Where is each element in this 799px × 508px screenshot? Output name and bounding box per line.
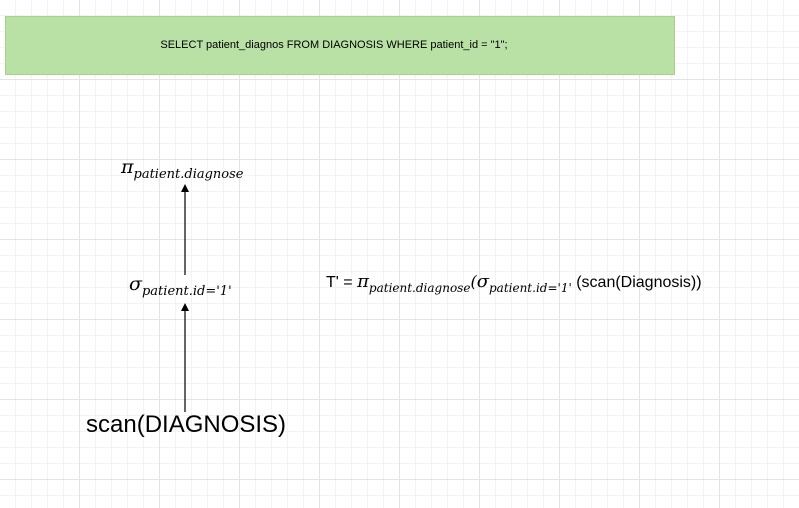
selection-node: σpatient.id='1'	[129, 273, 232, 299]
expression-sigma-subscript: patient.id='1'	[488, 281, 572, 295]
expression-lhs: T' =	[326, 274, 358, 291]
expression-pi: π	[357, 271, 369, 292]
selection-subscript: patient.id='1'	[141, 284, 232, 299]
pi-symbol: π	[121, 156, 134, 178]
projection-node: πpatient.diagnose	[121, 156, 244, 182]
expression-pi-subscript: patient.diagnose	[368, 281, 471, 295]
projection-subscript: patient.diagnose	[133, 167, 244, 182]
relational-expression: T' = πpatient.diagnose(σpatient.id='1' (…	[326, 271, 702, 295]
scan-node: scan(DIAGNOSIS)	[86, 411, 287, 438]
expression-sigma: σ	[476, 271, 489, 292]
expression-scan: (scan(Diagnosis))	[571, 274, 702, 291]
sigma-symbol: σ	[129, 273, 142, 295]
